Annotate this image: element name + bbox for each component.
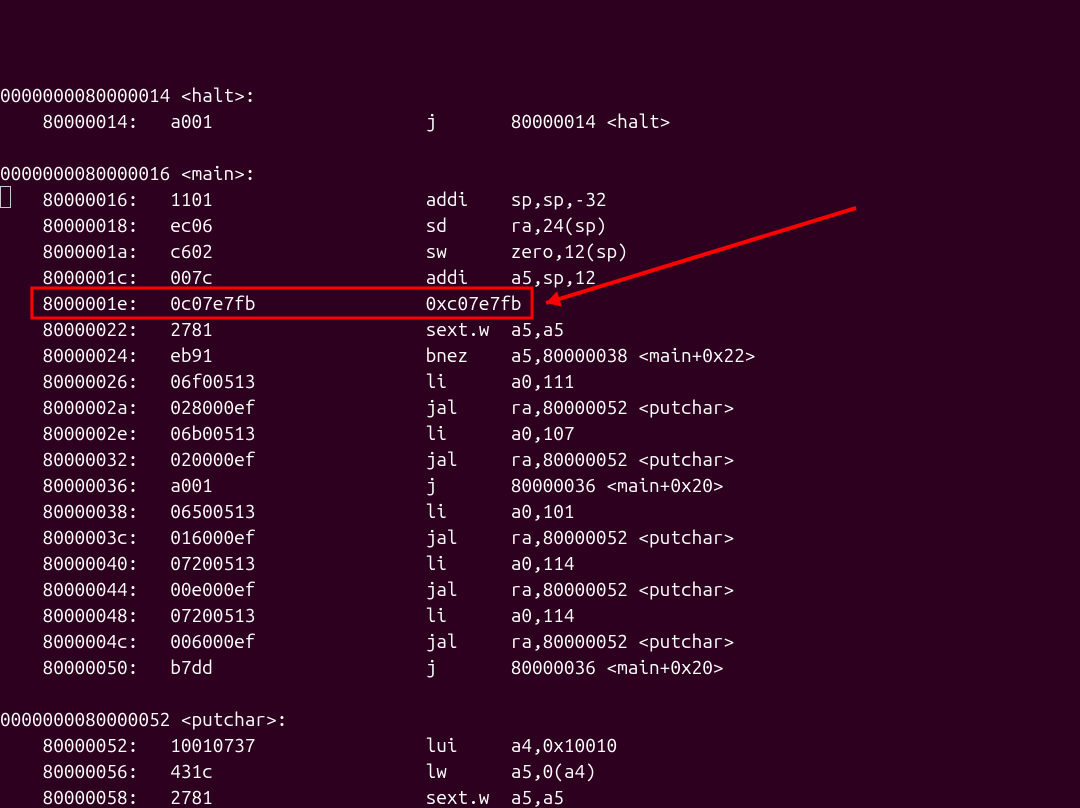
disasm-row: 80000024: eb91 bnez a5,80000038 <main+0x… — [0, 342, 1080, 368]
section-header: 0000000080000052 <putchar>: — [0, 706, 1080, 732]
disasm-row: 8000003c: 016000ef jal ra,80000052 <putc… — [0, 524, 1080, 550]
disasm-row: 80000036: a001 j 80000036 <main+0x20> — [0, 472, 1080, 498]
disasm-row: 80000014: a001 j 80000014 <halt> — [0, 108, 1080, 134]
disassembly-listing: 0000000080000014 <halt>: 80000014: a001 … — [0, 0, 1080, 808]
disasm-row: 80000056: 431c lw a5,0(a4) — [0, 758, 1080, 784]
cursor-outline — [0, 186, 11, 208]
disasm-row: 8000004c: 006000ef jal ra,80000052 <putc… — [0, 628, 1080, 654]
disasm-row: 80000040: 07200513 li a0,114 — [0, 550, 1080, 576]
disasm-row: 8000001e: 0c07e7fb 0xc07e7fb — [0, 290, 1080, 316]
blank-line — [0, 134, 1080, 160]
disasm-row: 80000058: 2781 sext.w a5,a5 — [0, 784, 1080, 808]
disasm-row: 80000050: b7dd j 80000036 <main+0x20> — [0, 654, 1080, 680]
disasm-row: 80000048: 07200513 li a0,114 — [0, 602, 1080, 628]
disasm-row: 80000018: ec06 sd ra,24(sp) — [0, 212, 1080, 238]
disasm-row: 80000026: 06f00513 li a0,111 — [0, 368, 1080, 394]
blank-line — [0, 680, 1080, 706]
disasm-row: 80000038: 06500513 li a0,101 — [0, 498, 1080, 524]
disasm-row: 80000016: 1101 addi sp,sp,-32 — [0, 186, 1080, 212]
disasm-row: 80000032: 020000ef jal ra,80000052 <putc… — [0, 446, 1080, 472]
section-header: 0000000080000016 <main>: — [0, 160, 1080, 186]
disasm-row: 80000052: 10010737 lui a4,0x10010 — [0, 732, 1080, 758]
disasm-row: 8000002a: 028000ef jal ra,80000052 <putc… — [0, 394, 1080, 420]
section-header: 0000000080000014 <halt>: — [0, 82, 1080, 108]
disasm-row: 8000001a: c602 sw zero,12(sp) — [0, 238, 1080, 264]
disasm-row: 80000044: 00e000ef jal ra,80000052 <putc… — [0, 576, 1080, 602]
disasm-row: 80000022: 2781 sext.w a5,a5 — [0, 316, 1080, 342]
disasm-row: 8000002e: 06b00513 li a0,107 — [0, 420, 1080, 446]
disasm-row: 8000001c: 007c addi a5,sp,12 — [0, 264, 1080, 290]
